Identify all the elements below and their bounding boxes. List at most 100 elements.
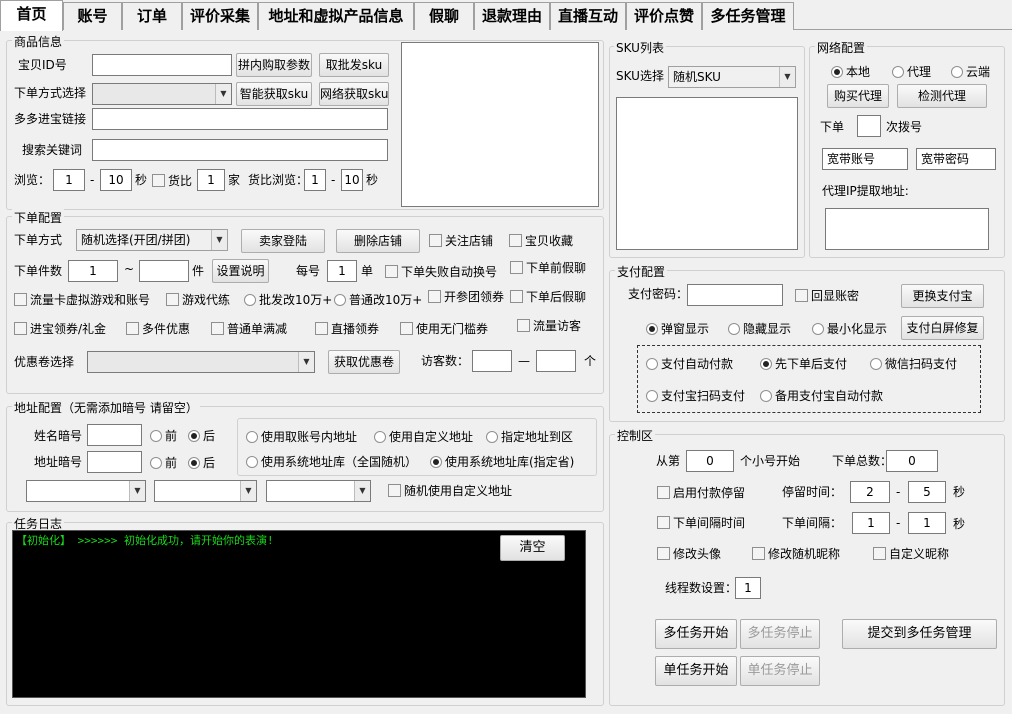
single-task-stop-button[interactable]: 单任务停止: [740, 656, 820, 686]
compare-browse-max-input[interactable]: 10: [341, 169, 363, 191]
product-id-input[interactable]: [92, 54, 232, 76]
hidden-display-radio[interactable]: 隐藏显示: [728, 321, 791, 337]
visitor-min-input[interactable]: [472, 350, 512, 372]
broadband-password-input[interactable]: 宽带密码: [916, 148, 996, 170]
change-avatar-checkbox[interactable]: 修改头像: [657, 546, 721, 562]
interval-max-input[interactable]: 1: [908, 512, 946, 534]
order-then-pay-radio[interactable]: 先下单后支付: [760, 356, 847, 372]
name-before-radio[interactable]: 前: [150, 428, 177, 444]
tab-review-like[interactable]: 评价点赞: [626, 2, 702, 30]
browse-max-input[interactable]: 10: [100, 169, 132, 191]
order-count-min-input[interactable]: 1: [68, 260, 118, 282]
pdd-params-button[interactable]: 拼内购取参数: [236, 53, 312, 77]
compare-checkbox[interactable]: 货比: [152, 173, 192, 189]
shop-link-input[interactable]: [92, 108, 388, 130]
order-mode-select[interactable]: ▼: [92, 83, 232, 105]
normal-full-reduction-checkbox[interactable]: 普通单满减: [211, 321, 287, 337]
backup-alipay-radio[interactable]: 备用支付宝自动付款: [760, 388, 883, 404]
specify-district-radio[interactable]: 指定地址到区: [486, 429, 573, 445]
smart-sku-button[interactable]: 智能获取sku: [236, 82, 312, 106]
multi-task-stop-button[interactable]: 多任务停止: [740, 619, 820, 649]
proxy-ip-textarea[interactable]: [825, 208, 989, 250]
system-province-radio[interactable]: 使用系统地址库(指定省): [430, 454, 574, 470]
browse-min-input[interactable]: 1: [53, 169, 85, 191]
keyword-input[interactable]: [92, 139, 388, 161]
wechat-qr-radio[interactable]: 微信扫码支付: [870, 356, 957, 372]
radio-local[interactable]: 本地: [831, 64, 870, 80]
tab-account[interactable]: 账号: [63, 2, 122, 30]
tab-live-interaction[interactable]: 直播互动: [550, 2, 626, 30]
order-mode-dropdown[interactable]: 随机选择(开团/拼团) ▼: [76, 229, 228, 251]
single-task-start-button[interactable]: 单任务开始: [655, 656, 737, 686]
compare-browse-min-input[interactable]: 1: [304, 169, 326, 191]
auto-pay-radio[interactable]: 支付自动付款: [646, 356, 733, 372]
pay-password-input[interactable]: [687, 284, 783, 306]
normal-100k-radio[interactable]: 普通改10万+: [334, 292, 422, 308]
start-from-input[interactable]: 0: [686, 450, 734, 472]
group-coupon-checkbox[interactable]: 开参团领券: [428, 289, 504, 305]
sku-list[interactable]: [616, 97, 798, 250]
order-count-max-input[interactable]: [139, 260, 189, 282]
get-coupon-button[interactable]: 获取优惠卷: [328, 350, 400, 374]
address-before-radio[interactable]: 前: [150, 455, 177, 471]
radio-proxy[interactable]: 代理: [892, 64, 931, 80]
tab-fake-chat[interactable]: 假聊: [414, 2, 474, 30]
live-coupon-checkbox[interactable]: 直播领券: [315, 321, 379, 337]
tab-orders[interactable]: 订单: [122, 2, 182, 30]
random-custom-address-checkbox[interactable]: 随机使用自定义地址: [388, 483, 512, 499]
minimize-display-radio[interactable]: 最小化显示: [812, 321, 887, 337]
change-alipay-button[interactable]: 更换支付宝: [901, 284, 984, 308]
stay-max-input[interactable]: 5: [908, 481, 946, 503]
visitor-max-input[interactable]: [536, 350, 576, 372]
wholesale-100k-radio[interactable]: 批发改10万+: [244, 292, 332, 308]
seller-login-button[interactable]: 卖家登陆: [241, 229, 325, 253]
interval-min-input[interactable]: 1: [852, 512, 890, 534]
multi-discount-checkbox[interactable]: 多件优惠: [126, 321, 190, 337]
jinbao-coupon-checkbox[interactable]: 进宝领券/礼金: [14, 321, 106, 337]
name-after-radio[interactable]: 后: [188, 428, 215, 444]
coupon-select[interactable]: ▼: [87, 351, 315, 373]
district-select[interactable]: ▼: [266, 480, 371, 502]
post-order-chat-checkbox[interactable]: 下单后假聊: [510, 289, 586, 305]
order-total-input[interactable]: 0: [886, 450, 938, 472]
tab-home[interactable]: 首页: [0, 0, 63, 31]
broadband-account-input[interactable]: 宽带账号: [822, 148, 908, 170]
compare-count-input[interactable]: 1: [197, 169, 225, 191]
tab-review-collect[interactable]: 评价采集: [182, 2, 258, 30]
check-proxy-button[interactable]: 检测代理: [897, 84, 987, 108]
tab-refund-reason[interactable]: 退款理由: [474, 2, 550, 30]
radio-cloud[interactable]: 云端: [951, 64, 990, 80]
popup-display-radio[interactable]: 弹窗显示: [646, 321, 709, 337]
use-account-address-radio[interactable]: 使用取账号内地址: [246, 429, 357, 445]
game-boost-checkbox[interactable]: 游戏代练: [166, 292, 230, 308]
thread-count-input[interactable]: 1: [735, 577, 761, 599]
province-select[interactable]: ▼: [26, 480, 146, 502]
traffic-visitor-checkbox[interactable]: 流量访客: [517, 318, 581, 334]
dial-count-input[interactable]: [857, 115, 881, 137]
submit-multi-task-button[interactable]: 提交到多任务管理: [842, 619, 997, 649]
per-account-input[interactable]: 1: [327, 260, 357, 282]
pre-order-chat-checkbox[interactable]: 下单前假聊: [510, 260, 586, 276]
system-national-radio[interactable]: 使用系统地址库（全国随机）: [246, 454, 417, 470]
name-code-input[interactable]: [87, 424, 142, 446]
follow-shop-checkbox[interactable]: 关注店铺: [429, 233, 493, 249]
sku-select[interactable]: 随机SKU ▼: [668, 66, 796, 88]
pay-white-screen-fix-button[interactable]: 支付白屏修复: [901, 316, 984, 340]
city-select[interactable]: ▼: [154, 480, 257, 502]
address-after-radio[interactable]: 后: [188, 455, 215, 471]
stay-min-input[interactable]: 2: [850, 481, 890, 503]
random-nickname-checkbox[interactable]: 修改随机昵称: [752, 546, 840, 562]
take-sku-button[interactable]: 取批发sku: [319, 53, 389, 77]
multi-task-start-button[interactable]: 多任务开始: [655, 619, 737, 649]
order-interval-checkbox[interactable]: 下单间隔时间: [657, 515, 745, 531]
address-code-input[interactable]: [87, 451, 142, 473]
show-password-checkbox[interactable]: 回显账密: [795, 288, 859, 304]
fail-switch-account-checkbox[interactable]: 下单失败自动换号: [385, 264, 497, 280]
clear-log-button[interactable]: 清空: [500, 535, 565, 561]
buy-proxy-button[interactable]: 购买代理: [827, 84, 889, 108]
tab-address-virtual[interactable]: 地址和虚拟产品信息: [258, 2, 414, 30]
delete-shop-button[interactable]: 删除店铺: [336, 229, 420, 253]
use-custom-address-radio[interactable]: 使用自定义地址: [374, 429, 473, 445]
no-threshold-coupon-checkbox[interactable]: 使用无门槛券: [400, 321, 488, 337]
setting-help-button[interactable]: 设置说明: [212, 259, 269, 283]
